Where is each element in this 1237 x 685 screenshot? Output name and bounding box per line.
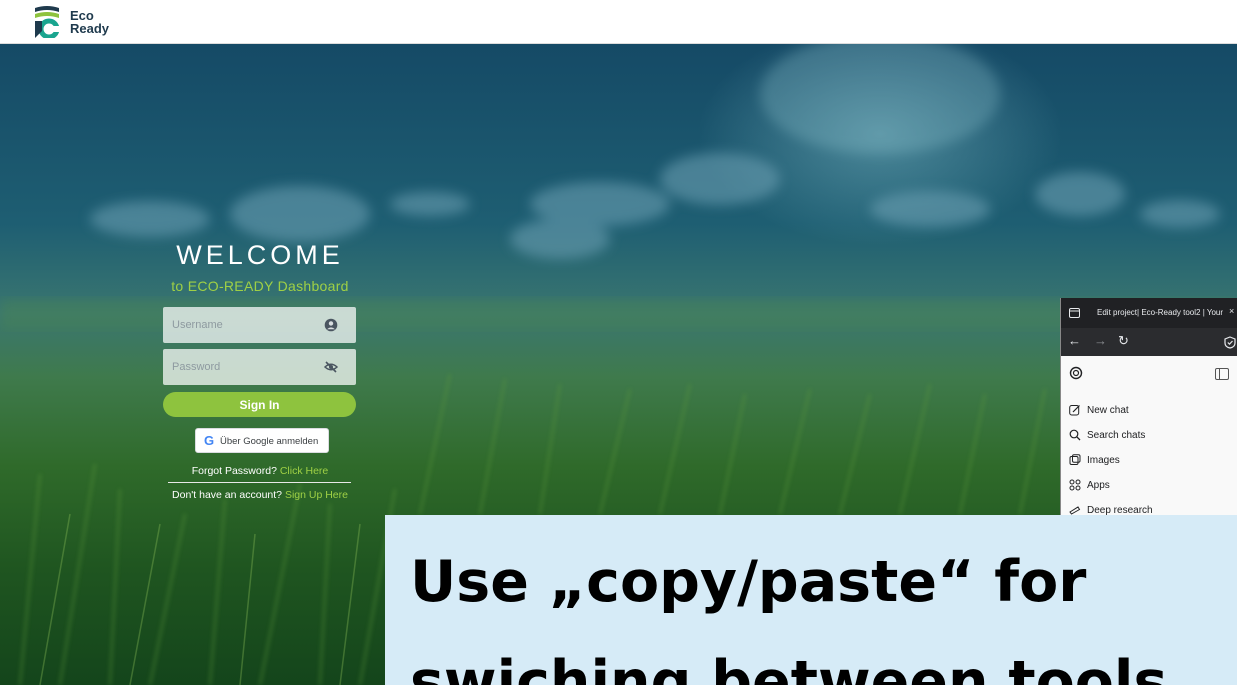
sidebar-item-search-chats[interactable]: Search chats xyxy=(1069,428,1229,446)
signup-line: Don't have an account? Sign Up Here xyxy=(160,489,360,501)
sidebar-item-label: Search chats xyxy=(1087,430,1146,441)
apps-icon xyxy=(1069,479,1081,491)
forward-arrow-icon[interactable]: → xyxy=(1094,334,1107,348)
login-divider xyxy=(168,482,351,483)
tab-page-icon xyxy=(1069,308,1080,318)
sidebar-toggle-icon[interactable] xyxy=(1215,368,1229,380)
sidebar-item-label: New chat xyxy=(1087,405,1129,416)
forgot-password-text: Forgot Password? xyxy=(191,465,277,477)
google-g-icon: G xyxy=(204,433,215,448)
pencil-square-icon xyxy=(1069,405,1080,416)
chatgpt-logo-icon[interactable] xyxy=(1069,366,1083,380)
browser-overlay-window: Edit project| Eco-Ready tool2 | Your × ←… xyxy=(1060,298,1237,518)
shield-icon[interactable] xyxy=(1224,336,1236,349)
welcome-heading: WELCOME xyxy=(176,240,344,270)
password-input[interactable] xyxy=(163,349,322,385)
user-circle-icon xyxy=(324,318,338,332)
search-icon xyxy=(1069,429,1081,441)
dashboard-subtitle: to ECO-READY Dashboard xyxy=(171,278,349,294)
signup-text: Don't have an account? xyxy=(172,489,283,501)
logo-text-line2: Ready xyxy=(70,21,110,36)
sidebar-item-images[interactable]: Images xyxy=(1069,453,1229,471)
forgot-password-line: Forgot Password? Click Here xyxy=(160,465,360,477)
reload-icon[interactable]: ↻ xyxy=(1118,334,1129,348)
eye-slash-icon[interactable] xyxy=(324,360,338,374)
sign-in-button[interactable]: Sign In xyxy=(163,392,356,417)
username-field[interactable] xyxy=(163,307,356,343)
caption-line-2: swiching between tools xyxy=(410,649,1168,685)
eco-ready-logo[interactable]: Eco Ready xyxy=(33,4,123,40)
chat-sidebar: New chat Search chats Images Apps Deep r… xyxy=(1061,356,1237,518)
forgot-password-link[interactable]: Click Here xyxy=(280,465,328,477)
back-arrow-icon[interactable]: ← xyxy=(1068,334,1081,348)
caption-line-1: Use „copy/paste“ for xyxy=(410,549,1087,615)
logo-text: Eco Ready xyxy=(70,9,109,35)
caption-banner: Use „copy/paste“ for swiching between to… xyxy=(385,515,1237,685)
top-header: Eco Ready xyxy=(0,0,1237,44)
images-icon xyxy=(1069,454,1081,465)
browser-tab-bar: Edit project| Eco-Ready tool2 | Your × xyxy=(1061,298,1237,328)
sidebar-item-apps[interactable]: Apps xyxy=(1069,478,1229,496)
eco-ready-logo-mark-icon xyxy=(35,6,60,38)
sign-up-link[interactable]: Sign Up Here xyxy=(285,489,348,501)
browser-nav-bar: ← → ↻ xyxy=(1061,328,1237,356)
sidebar-item-new-chat[interactable]: New chat xyxy=(1069,403,1229,421)
sidebar-item-label: Apps xyxy=(1087,480,1110,491)
browser-tab-title[interactable]: Edit project| Eco-Ready tool2 | Your xyxy=(1097,308,1227,317)
tab-close-icon[interactable]: × xyxy=(1229,306,1234,316)
sidebar-item-label: Images xyxy=(1087,455,1120,466)
google-sign-in-label: Über Google anmelden xyxy=(220,436,319,447)
password-field[interactable] xyxy=(163,349,356,385)
username-input[interactable] xyxy=(163,307,322,343)
google-sign-in-button[interactable]: G Über Google anmelden xyxy=(195,428,329,453)
